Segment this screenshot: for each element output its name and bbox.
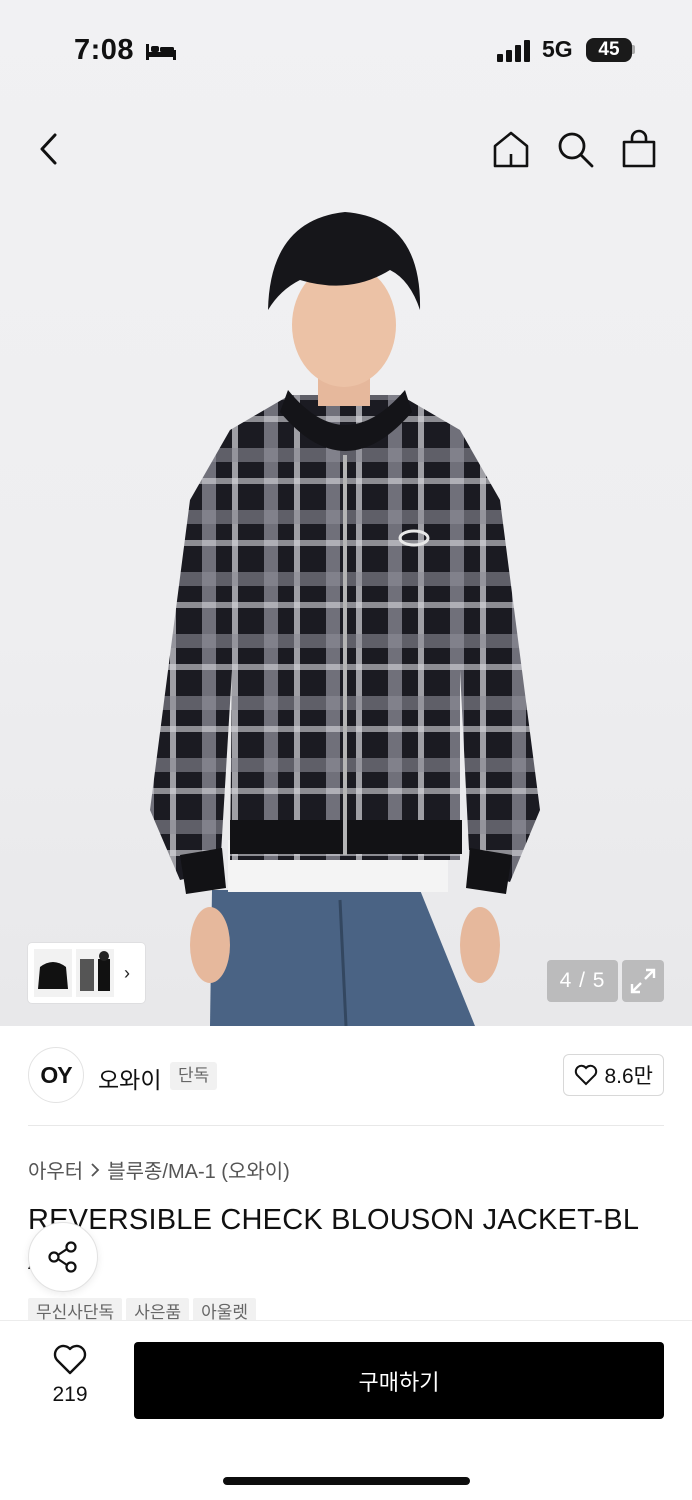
buy-button[interactable]: 구매하기: [134, 1342, 664, 1419]
thumbnail-more-chevron[interactable]: ›: [124, 963, 130, 984]
search-icon: [558, 132, 594, 168]
home-indicator: [223, 1477, 470, 1485]
brand-name[interactable]: 오와이: [98, 1061, 161, 1095]
color-variant-thumbnails[interactable]: ›: [28, 943, 145, 1003]
image-pager: 4 / 5: [547, 960, 618, 1002]
share-button[interactable]: [28, 1222, 98, 1292]
chevron-right-icon: [91, 1162, 100, 1177]
cart-button[interactable]: [618, 128, 660, 170]
expand-image-button[interactable]: [622, 960, 664, 1002]
bag-icon: [622, 129, 656, 168]
variant-thumbnail-check[interactable]: [76, 949, 114, 997]
battery-indicator: 45: [586, 38, 632, 62]
favorite-count: 219: [52, 1383, 88, 1406]
back-icon: [40, 133, 57, 165]
exclusive-badge: 단독: [170, 1062, 218, 1090]
back-button[interactable]: [28, 128, 70, 170]
product-title: REVERSIBLE CHECK BLOUSON JACKET-BL: [28, 1204, 640, 1236]
breadcrumb: 아우터 블루종/MA-1 (오와이): [28, 1155, 290, 1184]
brand-like-count: 8.6만: [604, 1065, 653, 1088]
bed-icon: [146, 44, 176, 60]
heart-icon: [53, 1344, 87, 1375]
product-photo: [150, 212, 540, 1026]
brand-like-button[interactable]: 8.6만: [563, 1054, 664, 1096]
home-icon: [493, 131, 529, 168]
product-image-gallery[interactable]: 7:08 5G 45 › 4 / 5: [0, 0, 692, 1026]
network-type: 5G: [542, 36, 573, 62]
breadcrumb-category[interactable]: 아우터: [28, 1155, 83, 1184]
status-bar: 7:08 5G 45: [0, 30, 692, 74]
favorite-button[interactable]: 219: [40, 1344, 100, 1407]
expand-icon: [630, 968, 656, 994]
heart-icon: [575, 1064, 598, 1086]
divider: [28, 1125, 664, 1126]
status-time: 7:08: [74, 34, 135, 66]
home-button[interactable]: [490, 128, 532, 170]
battery-level: 45: [598, 39, 620, 60]
signal-icon: [497, 40, 530, 62]
variant-thumbnail-black[interactable]: [34, 949, 72, 997]
search-button[interactable]: [554, 128, 596, 170]
breadcrumb-subcategory[interactable]: 블루종/MA-1 (오와이): [107, 1155, 290, 1184]
battery-cap: [632, 45, 635, 54]
share-icon: [48, 1241, 77, 1273]
brand-row: OY 오와이 단독 8.6만: [28, 1046, 664, 1104]
brand-logo[interactable]: OY: [28, 1047, 84, 1103]
